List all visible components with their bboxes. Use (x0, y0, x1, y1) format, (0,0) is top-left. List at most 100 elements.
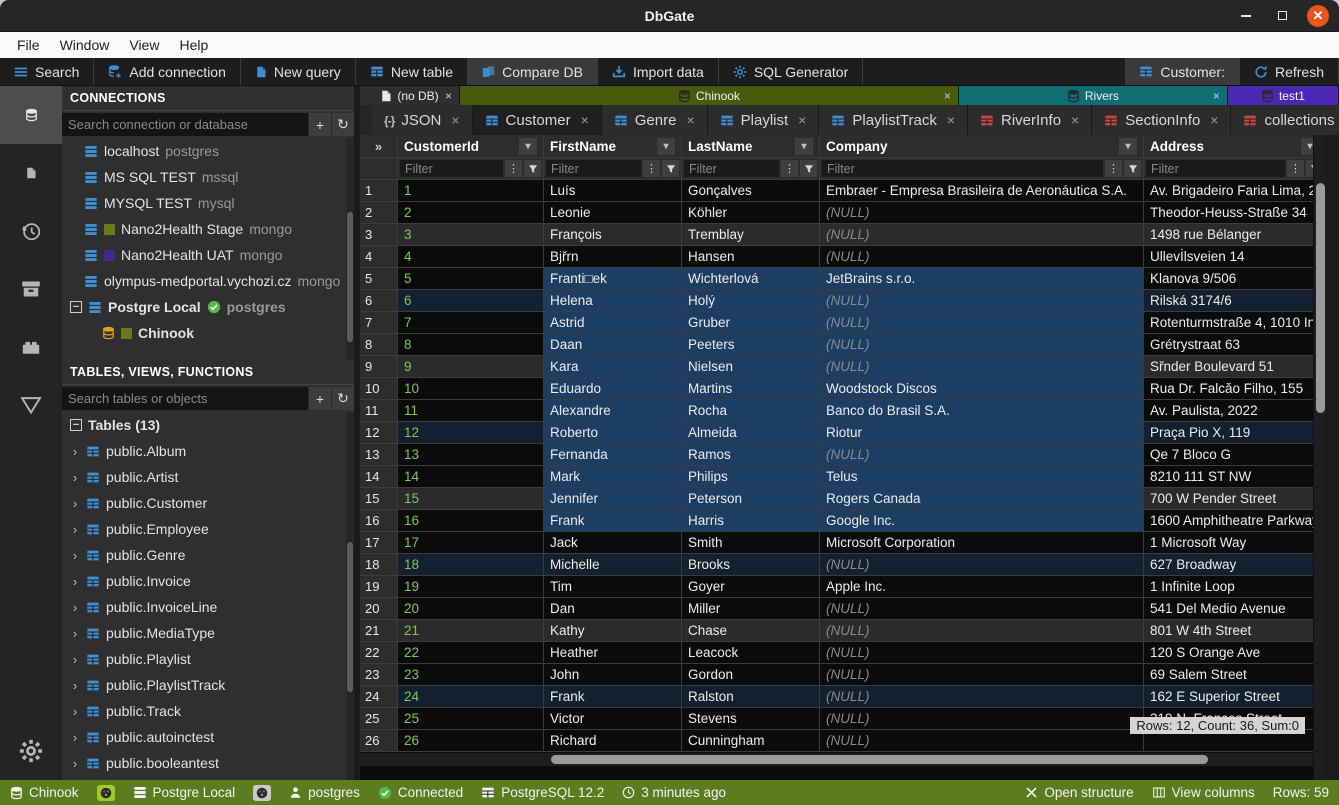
cell-id[interactable]: 18 (398, 554, 544, 576)
cell-first[interactable]: Frank (544, 510, 682, 532)
chevron-right-icon[interactable]: › (70, 730, 80, 745)
row-number[interactable]: 4 (360, 246, 398, 268)
cell-last[interactable]: Köhler (682, 202, 820, 224)
row-number[interactable]: 19 (360, 576, 398, 598)
filter-input-address[interactable] (1146, 160, 1285, 177)
row-number[interactable]: 17 (360, 532, 398, 554)
menu-item-file[interactable]: File (8, 35, 49, 55)
cell-first[interactable]: Victor (544, 708, 682, 730)
cell-last[interactable]: Peeters (682, 334, 820, 356)
menu-item-help[interactable]: Help (170, 35, 217, 55)
cell-address[interactable]: 1 Infinite Loop (1144, 576, 1326, 598)
row-number[interactable]: 6 (360, 290, 398, 312)
cell-company[interactable]: (NULL) (820, 554, 1144, 576)
cell-first[interactable]: Eduardo (544, 378, 682, 400)
tab-riverinfo[interactable]: RiverInfo× (968, 105, 1092, 135)
cell-company[interactable]: Telus (820, 466, 1144, 488)
menu-item-view[interactable]: View (120, 35, 168, 55)
toolbar-button-new-table[interactable]: New table (356, 58, 468, 85)
table-item-public-playlisttrack[interactable]: ›public.PlaylistTrack (62, 672, 354, 698)
grid-horizontal-scrollbar[interactable] (360, 753, 1313, 766)
chevron-right-icon[interactable]: › (70, 626, 80, 641)
chevron-down-icon[interactable]: ▾ (519, 138, 537, 155)
cell-address[interactable]: 700 W Pender Street (1144, 488, 1326, 510)
tables-add-button[interactable]: + (308, 387, 331, 410)
close-icon[interactable]: × (798, 112, 806, 128)
row-number[interactable]: 24 (360, 686, 398, 708)
cell-first[interactable]: Helena (544, 290, 682, 312)
close-icon[interactable]: × (1210, 112, 1218, 128)
cell-company[interactable]: (NULL) (820, 686, 1144, 708)
cell-first[interactable]: Luís (544, 180, 682, 202)
toolbar-button-import-data[interactable]: Import data (598, 58, 719, 85)
cell-address[interactable]: Praça Pio X, 119 (1144, 422, 1326, 444)
cell-last[interactable]: Smith (682, 532, 820, 554)
grid-corner-expand[interactable]: » (360, 135, 398, 158)
cell-address[interactable]: 801 W 4th Street (1144, 620, 1326, 642)
chevron-down-icon[interactable]: ▾ (795, 138, 813, 155)
status-item-rows-59[interactable]: Rows: 59 (1273, 785, 1329, 800)
connection-item-olympus-medportal-vychozi-cz[interactable]: olympus-medportal.vychozi.czmongo (62, 268, 354, 294)
connection-item-mysql-test[interactable]: MYSQL TESTmysql (62, 190, 354, 216)
maximize-button[interactable] (1271, 5, 1293, 27)
row-number[interactable]: 11 (360, 400, 398, 422)
chevron-down-icon[interactable]: ▾ (1119, 138, 1137, 155)
cell-id[interactable]: 6 (398, 290, 544, 312)
collapse-icon[interactable]: − (70, 301, 82, 313)
cell-address[interactable]: 1600 Amphitheatre Parkway (1144, 510, 1326, 532)
cell-id[interactable]: 24 (398, 686, 544, 708)
connection-color-badge[interactable] (253, 785, 271, 801)
connections-scrollbar[interactable] (346, 138, 354, 360)
cell-company[interactable]: (NULL) (820, 312, 1144, 334)
cell-last[interactable]: Goyer (682, 576, 820, 598)
cell-id[interactable]: 5 (398, 268, 544, 290)
row-number[interactable]: 15 (360, 488, 398, 510)
toolbar-button-new-query[interactable]: New query (241, 58, 356, 85)
cell-last[interactable]: Rocha (682, 400, 820, 422)
cell-first[interactable]: Jennifer (544, 488, 682, 510)
table-item-public-album[interactable]: ›public.Album (62, 438, 354, 464)
activity-item-history[interactable] (0, 202, 62, 260)
cell-id[interactable]: 7 (398, 312, 544, 334)
cell-last[interactable]: Leacock (682, 642, 820, 664)
cell-first[interactable]: Richard (544, 730, 682, 752)
connections-refresh-button[interactable]: ↻ (331, 113, 354, 136)
cell-company[interactable]: (NULL) (820, 202, 1144, 224)
connection-item-localhost[interactable]: localhostpostgres (62, 138, 354, 164)
tab-playlisttrack[interactable]: PlaylistTrack× (819, 105, 968, 135)
cell-last[interactable]: Wichterlová (682, 268, 820, 290)
table-item-public-employee[interactable]: ›public.Employee (62, 516, 354, 542)
grid-horizontal-scrollbar-thumb[interactable] (551, 755, 1209, 764)
cell-first[interactable]: Heather (544, 642, 682, 664)
cell-last[interactable]: Gordon (682, 664, 820, 686)
cell-first[interactable]: Mark (544, 466, 682, 488)
tab-json[interactable]: {-}JSON× (372, 105, 473, 135)
kebab-menu-icon[interactable]: ⋮ (1105, 160, 1122, 177)
cell-id[interactable]: 3 (398, 224, 544, 246)
cell-first[interactable]: Bjřrn (544, 246, 682, 268)
cell-id[interactable]: 10 (398, 378, 544, 400)
cell-first[interactable]: Michelle (544, 554, 682, 576)
row-number[interactable]: 18 (360, 554, 398, 576)
chevron-right-icon[interactable]: › (70, 548, 80, 563)
cell-address[interactable]: Av. Brigadeiro Faria Lima, 2170 (1144, 180, 1326, 202)
chevron-right-icon[interactable]: › (70, 678, 80, 693)
close-icon[interactable]: × (947, 112, 955, 128)
row-number[interactable]: 3 (360, 224, 398, 246)
close-icon[interactable]: × (1071, 112, 1079, 128)
close-icon[interactable]: × (581, 112, 589, 128)
chevron-right-icon[interactable]: › (70, 704, 80, 719)
row-number[interactable]: 23 (360, 664, 398, 686)
chevron-right-icon[interactable]: › (70, 496, 80, 511)
cell-first[interactable]: Kathy (544, 620, 682, 642)
column-header-address[interactable]: Address▾ (1144, 135, 1326, 158)
close-icon[interactable]: × (451, 112, 459, 128)
cell-company[interactable]: (NULL) (820, 334, 1144, 356)
cell-address[interactable]: Rua Dr. Falcăo Filho, 155 (1144, 378, 1326, 400)
status-item-view-columns[interactable]: View columns (1152, 785, 1255, 800)
row-number[interactable]: 7 (360, 312, 398, 334)
close-icon[interactable]: × (445, 89, 452, 103)
database-tab-test1[interactable]: test1 (1228, 86, 1339, 105)
cell-id[interactable]: 2 (398, 202, 544, 224)
close-icon[interactable]: × (944, 89, 951, 103)
